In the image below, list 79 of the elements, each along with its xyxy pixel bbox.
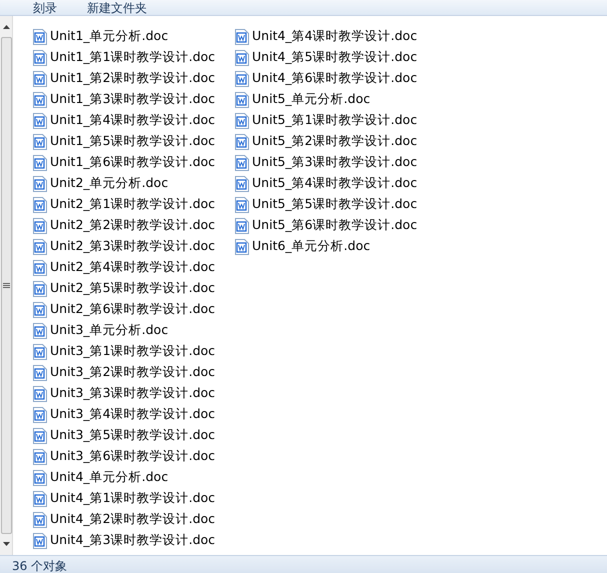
word-document-icon: [33, 302, 47, 318]
file-name[interactable]: Unit2_第6课时教学设计.doc: [50, 300, 216, 319]
word-document-icon: [33, 218, 47, 234]
word-document-icon: [235, 218, 250, 234]
file-name[interactable]: Unit2_第4课时教学设计.doc: [50, 258, 216, 277]
file-name[interactable]: Unit2_第3课时教学设计.doc: [50, 237, 216, 256]
word-document-icon: [33, 428, 47, 444]
word-document-icon: [33, 364, 47, 380]
scrollbar-thumb[interactable]: [0, 37, 12, 534]
file-name[interactable]: Unit4_第6课时教学设计.doc: [252, 69, 418, 88]
file-name[interactable]: Unit5_第1课时教学设计.doc: [252, 111, 418, 130]
file-name[interactable]: Unit1_第2课时教学设计.doc: [50, 69, 216, 88]
word-document-icon: [33, 532, 47, 548]
file-name[interactable]: Unit2_第2课时教学设计.doc: [50, 216, 216, 235]
word-document-icon: [235, 238, 250, 254]
file-name[interactable]: Unit6_单元分析.doc: [252, 237, 370, 256]
scroll-up-icon[interactable]: [2, 25, 10, 29]
word-document-icon: [33, 448, 47, 464]
file-name[interactable]: Unit5_第3课时教学设计.doc: [252, 153, 418, 172]
word-document-icon: [235, 176, 250, 192]
word-document-icon: [33, 112, 47, 128]
word-document-icon: [235, 70, 250, 86]
file-name[interactable]: Unit3_第5课时教学设计.doc: [50, 426, 216, 445]
word-document-icon: [33, 512, 47, 528]
word-document-icon: [33, 490, 47, 506]
file-name[interactable]: Unit1_单元分析.doc: [50, 27, 168, 46]
file-name[interactable]: Unit3_第2课时教学设计.doc: [50, 363, 216, 382]
status-text: 36 个对象: [12, 559, 68, 573]
toolbar-button[interactable]: 刻录: [33, 1, 57, 15]
file-name[interactable]: Unit1_第6课时教学设计.doc: [50, 153, 216, 172]
word-document-icon: [235, 134, 250, 150]
word-document-icon: [33, 470, 47, 486]
word-document-icon: [33, 50, 47, 66]
file-name[interactable]: Unit4_单元分析.doc: [50, 468, 168, 487]
file-name[interactable]: Unit3_第4课时教学设计.doc: [50, 405, 216, 424]
file-name[interactable]: Unit1_第4课时教学设计.doc: [50, 111, 216, 130]
word-document-icon: [235, 50, 250, 66]
file-name[interactable]: Unit2_单元分析.doc: [50, 174, 168, 193]
word-document-icon: [235, 92, 250, 108]
file-name[interactable]: Unit3_第1课时教学设计.doc: [50, 342, 216, 361]
file-name[interactable]: Unit5_第6课时教学设计.doc: [252, 216, 418, 235]
file-name[interactable]: Unit2_第1课时教学设计.doc: [50, 195, 216, 214]
word-document-icon: [33, 406, 47, 422]
toolbar-button[interactable]: 新建文件夹: [87, 1, 147, 15]
file-name[interactable]: Unit4_第3课时教学设计.doc: [50, 531, 216, 550]
word-document-icon: [33, 28, 47, 44]
word-document-icon: [33, 238, 47, 254]
file-name[interactable]: Unit2_第5课时教学设计.doc: [50, 279, 216, 298]
file-name[interactable]: Unit1_第5课时教学设计.doc: [50, 132, 216, 151]
word-document-icon: [235, 112, 250, 128]
scroll-down-icon[interactable]: [2, 542, 10, 546]
word-document-icon: [33, 260, 47, 276]
word-document-icon: [235, 154, 250, 170]
file-name[interactable]: Unit4_第5课时教学设计.doc: [252, 48, 418, 67]
word-document-icon: [33, 92, 47, 108]
word-document-icon: [235, 196, 250, 212]
file-name[interactable]: Unit4_第4课时教学设计.doc: [252, 27, 418, 46]
word-document-icon: [33, 386, 47, 402]
file-name[interactable]: Unit3_第3课时教学设计.doc: [50, 384, 216, 403]
word-document-icon: [33, 280, 47, 296]
file-name[interactable]: Unit4_第2课时教学设计.doc: [50, 510, 216, 529]
word-document-icon: [33, 196, 47, 212]
word-document-icon: [33, 154, 47, 170]
file-name[interactable]: Unit4_第1课时教学设计.doc: [50, 489, 216, 508]
file-name[interactable]: Unit5_单元分析.doc: [252, 90, 370, 109]
file-name[interactable]: Unit1_第1课时教学设计.doc: [50, 48, 216, 67]
file-name[interactable]: Unit5_第4课时教学设计.doc: [252, 174, 418, 193]
file-name[interactable]: Unit3_单元分析.doc: [50, 321, 168, 340]
scrollbar[interactable]: [0, 16, 13, 555]
word-document-icon: [235, 28, 250, 44]
word-document-icon: [33, 134, 47, 150]
file-name[interactable]: Unit5_第5课时教学设计.doc: [252, 195, 418, 214]
file-name[interactable]: Unit3_第6课时教学设计.doc: [50, 447, 216, 466]
file-name[interactable]: Unit1_第3课时教学设计.doc: [50, 90, 216, 109]
word-document-icon: [33, 344, 47, 360]
word-document-icon: [33, 176, 47, 192]
word-document-icon: [33, 322, 47, 338]
word-document-icon: [33, 70, 47, 86]
file-name[interactable]: Unit5_第2课时教学设计.doc: [252, 132, 418, 151]
